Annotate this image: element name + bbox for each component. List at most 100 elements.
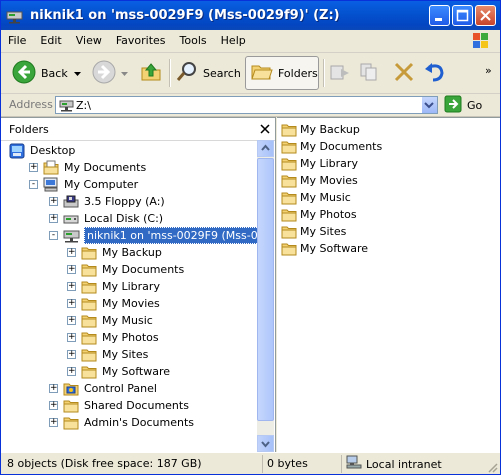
tree-item[interactable]: + My Music [67, 312, 155, 329]
up-folder-button[interactable] [139, 56, 163, 90]
folder-icon [81, 314, 97, 328]
menu-favorites[interactable]: Favorites [109, 30, 173, 52]
tree-item[interactable]: + My Sites [67, 346, 150, 363]
tree-item-label: Control Panel [84, 382, 157, 395]
expand-icon[interactable]: + [67, 350, 76, 359]
close-button[interactable] [475, 5, 496, 26]
tree-item[interactable]: + My Documents [67, 261, 186, 278]
folders-button[interactable]: Folders [245, 56, 319, 90]
folder-icon [281, 242, 297, 256]
tree-item-label: niknik1 on 'mss-0029F9 (Mss-0029f9)' (Z:… [84, 227, 257, 244]
list-item-label: My Library [300, 157, 358, 170]
windows-logo-icon [464, 30, 496, 52]
search-label: Search [203, 66, 241, 80]
menu-edit[interactable]: Edit [33, 30, 68, 52]
expand-icon[interactable]: + [67, 282, 76, 291]
maximize-button[interactable] [452, 5, 473, 26]
close-pane-icon[interactable] [258, 122, 272, 136]
tree-item[interactable]: + Local Disk (C:) [49, 210, 165, 227]
address-value: Z:\ [76, 99, 91, 112]
menu-view[interactable]: View [69, 30, 109, 52]
expand-icon[interactable]: + [67, 265, 76, 274]
expand-icon[interactable]: + [67, 367, 76, 376]
back-dropdown-icon[interactable] [73, 67, 81, 80]
network-drive-icon [6, 8, 24, 24]
back-button[interactable]: Back [11, 56, 81, 90]
expand-icon[interactable]: + [67, 299, 76, 308]
tree-item-label: My Library [102, 280, 160, 293]
scroll-down-button[interactable] [257, 435, 274, 452]
tree-item[interactable]: + My Movies [67, 295, 162, 312]
tree-item-label: Local Disk (C:) [84, 212, 164, 225]
list-item[interactable]: My Music [281, 189, 351, 206]
resize-grip-icon[interactable] [486, 461, 498, 473]
move-to-button[interactable] [329, 56, 351, 90]
toolbar-overflow-button[interactable]: » [485, 53, 492, 87]
tree-item[interactable]: Desktop [9, 142, 77, 159]
control-panel-icon [63, 381, 79, 397]
address-input[interactable]: Z:\ [55, 96, 438, 114]
tree-item[interactable]: - niknik1 on 'mss-0029F9 (Mss-0029f9)' (Z… [49, 227, 257, 244]
title-bar[interactable]: niknik1 on 'mss-0029F9 (Mss-0029f9)' (Z:… [1, 1, 500, 30]
folders-pane: Folders Desktop + My Documents - My Computer… [1, 117, 276, 452]
status-size: 0 bytes [262, 455, 340, 473]
tree-item[interactable]: + My Photos [67, 329, 161, 346]
list-item-label: My Photos [300, 208, 357, 221]
collapse-icon[interactable]: - [49, 231, 58, 240]
expand-icon[interactable]: + [49, 384, 58, 393]
scroll-up-button[interactable] [257, 140, 274, 157]
expand-icon[interactable]: + [49, 418, 58, 427]
tree-item[interactable]: + My Library [67, 278, 162, 295]
expand-icon[interactable]: + [49, 214, 58, 223]
list-item[interactable]: My Documents [281, 138, 382, 155]
menu-file[interactable]: File [1, 30, 33, 52]
folder-icon [81, 280, 97, 294]
list-item-label: My Music [300, 191, 351, 204]
search-button[interactable]: Search [175, 56, 241, 90]
expand-icon[interactable]: + [67, 248, 76, 257]
forward-button[interactable] [91, 56, 128, 90]
list-item[interactable]: My Sites [281, 223, 346, 240]
address-dropdown-button[interactable] [421, 97, 437, 113]
tree-item[interactable]: + My Backup [67, 244, 164, 261]
collapse-icon[interactable]: - [29, 180, 38, 189]
folder-icon [281, 191, 297, 205]
tree-item[interactable]: - My Computer [29, 176, 140, 193]
list-item[interactable]: My Library [281, 155, 358, 172]
network-drive-icon [59, 97, 75, 116]
tree-item[interactable]: + My Documents [29, 159, 148, 176]
my-documents-icon [43, 160, 59, 176]
expand-icon[interactable]: + [49, 401, 58, 410]
tree-item[interactable]: + Control Panel [49, 380, 159, 397]
list-item[interactable]: My Photos [281, 206, 357, 223]
copy-to-icon [359, 61, 381, 86]
scrollbar-thumb[interactable] [257, 158, 274, 421]
tree-item[interactable]: + Shared Documents [49, 397, 191, 414]
list-item[interactable]: My Software [281, 240, 368, 257]
tree-item[interactable]: + My Software [67, 363, 172, 380]
menu-tools[interactable]: Tools [173, 30, 214, 52]
folder-icon [281, 123, 297, 137]
folder-icon [81, 297, 97, 311]
undo-button[interactable] [423, 56, 447, 90]
list-item[interactable]: My Backup [281, 121, 360, 138]
menu-help[interactable]: Help [214, 30, 253, 52]
local-intranet-icon [346, 455, 362, 474]
delete-button[interactable] [393, 56, 415, 90]
network-drive-icon [63, 228, 81, 244]
expand-icon[interactable]: + [49, 197, 58, 206]
folder-icon [81, 331, 97, 345]
list-item[interactable]: My Movies [281, 172, 358, 189]
forward-dropdown-icon[interactable] [121, 67, 128, 80]
copy-to-button[interactable] [359, 56, 381, 90]
tree-item[interactable]: +3.5 Floppy (A:) [49, 193, 167, 210]
minimize-button[interactable] [429, 5, 450, 26]
vertical-scrollbar[interactable] [257, 140, 274, 452]
tree-item-label: 3.5 Floppy (A:) [84, 195, 165, 208]
expand-icon[interactable]: + [29, 163, 38, 172]
go-button[interactable]: Go [444, 95, 482, 114]
up-folder-icon [139, 60, 163, 87]
expand-icon[interactable]: + [67, 316, 76, 325]
tree-item[interactable]: + Admin's Documents [49, 414, 196, 431]
expand-icon[interactable]: + [67, 333, 76, 342]
